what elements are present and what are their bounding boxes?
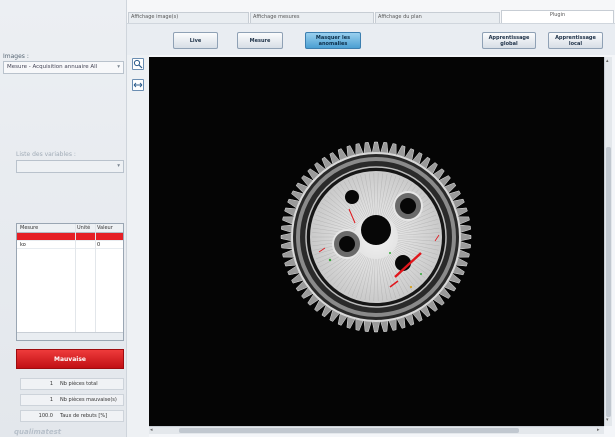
fit-screen-icon[interactable] <box>132 79 144 91</box>
measures-table: Mesure Unité Valeur ko 0 <box>16 223 124 341</box>
stat-label: Taux de rebuts [%] <box>60 413 108 419</box>
apprentissage-global-button[interactable]: Apprentissage global <box>482 32 536 49</box>
stat-total: 1 Nb pièces total <box>20 378 124 390</box>
horizontal-scroll-thumb[interactable] <box>179 428 519 433</box>
view-tabs: Affichage image(s) Affichage mesures Aff… <box>127 0 615 23</box>
cell-valeur: 0 <box>97 242 101 248</box>
scroll-down-arrow-icon[interactable]: ▾ <box>606 417 609 423</box>
column-divider <box>75 224 76 332</box>
viewer-horizontal-scrollbar[interactable]: ◂ ▸ <box>149 426 604 434</box>
status-result-button[interactable]: Mauvaise <box>16 349 124 369</box>
mesure-button[interactable]: Mesure <box>237 32 283 49</box>
tab-affichage-images[interactable]: Affichage image(s) <box>128 12 249 23</box>
stat-value: 1 <box>49 381 53 387</box>
column-divider <box>95 224 96 332</box>
viewer-tools <box>127 55 149 437</box>
vertical-scroll-thumb[interactable] <box>606 147 611 417</box>
column-header-mesure[interactable]: Mesure <box>20 225 38 231</box>
zoom-icon[interactable] <box>132 58 144 70</box>
scroll-left-arrow-icon[interactable]: ◂ <box>150 427 153 433</box>
stat-value: 1 <box>49 397 53 403</box>
stat-bad: 1 Nb pièces mauvaise(s) <box>20 394 124 406</box>
toolbar: Live Mesure Masquer les anomalies Appren… <box>127 23 615 55</box>
apprentissage-local-button[interactable]: Apprentissage local <box>548 32 603 49</box>
variables-label: Liste des variables : <box>16 151 76 158</box>
tab-affichage-plan[interactable]: Affichage du plan <box>375 12 500 23</box>
table-horizontal-scrollbar[interactable] <box>17 332 123 340</box>
scroll-up-arrow-icon[interactable]: ▴ <box>606 58 609 64</box>
column-header-valeur[interactable]: Valeur <box>97 225 113 231</box>
stat-value: 100.0 <box>38 413 53 419</box>
brand-logo: qualimatest <box>14 428 62 436</box>
chevron-down-icon: ▾ <box>117 163 120 169</box>
column-header-unite[interactable]: Unité <box>77 225 90 231</box>
inspection-image-viewer[interactable] <box>149 57 604 426</box>
variables-dropdown[interactable]: ▾ <box>16 160 124 173</box>
cell-mesure: ko <box>20 242 26 248</box>
images-dropdown-value: Mesure - Acquisition annuaire All <box>7 64 98 70</box>
tab-plugin[interactable]: Plugin <box>501 10 614 23</box>
masquer-anomalies-button[interactable]: Masquer les anomalies <box>305 32 361 49</box>
stat-label: Nb pièces mauvaise(s) <box>60 397 117 403</box>
images-dropdown[interactable]: Mesure - Acquisition annuaire All ▾ <box>3 61 124 74</box>
stat-label: Nb pièces total <box>60 381 98 387</box>
table-header: Mesure Unité Valeur <box>17 224 123 233</box>
live-button[interactable]: Live <box>173 32 218 49</box>
stat-reject-rate: 100.0 Taux de rebuts [%] <box>20 410 124 422</box>
viewer-vertical-scrollbar[interactable]: ▴ ▾ <box>604 57 612 426</box>
left-panel: Images : Mesure - Acquisition annuaire A… <box>0 0 127 437</box>
gear-inspection-image <box>280 141 472 333</box>
tab-affichage-mesures[interactable]: Affichage mesures <box>250 12 374 23</box>
chevron-down-icon: ▾ <box>117 64 120 70</box>
table-row[interactable] <box>17 233 123 241</box>
images-label: Images : <box>3 53 29 60</box>
table-row[interactable]: ko 0 <box>17 241 123 249</box>
scroll-right-arrow-icon[interactable]: ▸ <box>597 427 600 433</box>
